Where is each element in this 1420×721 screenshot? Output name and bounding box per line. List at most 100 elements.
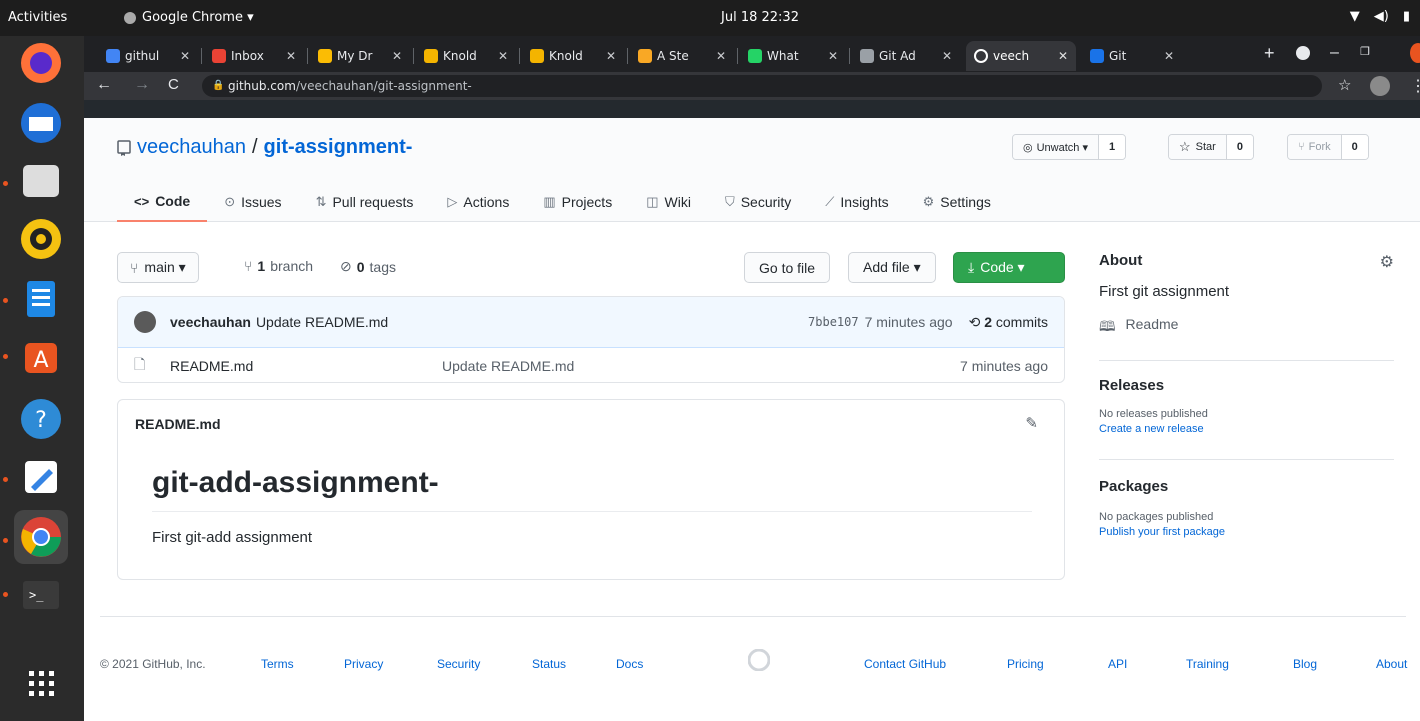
publish-package-link[interactable]: Publish your first package	[1099, 526, 1394, 538]
browser-tab[interactable]: My Dr ✕	[310, 41, 410, 71]
edit-pencil-icon[interactable]: ✎	[1025, 414, 1038, 432]
code-download-button[interactable]: ⤓ Code ▾	[953, 252, 1065, 283]
tab-close-icon[interactable]: ✕	[606, 49, 616, 63]
firefox-icon[interactable]	[14, 36, 68, 90]
go-to-file-button[interactable]: Go to file	[744, 252, 831, 283]
software-center-icon[interactable]: A	[14, 330, 68, 384]
text-editor-icon[interactable]	[14, 450, 68, 504]
tab-close-icon[interactable]: ✕	[1164, 49, 1174, 63]
footer-link-status[interactable]: Status	[532, 657, 566, 671]
tab-close-icon[interactable]: ✕	[392, 49, 402, 63]
commit-message-link[interactable]: Update README.md	[256, 314, 388, 330]
star-count[interactable]: 0	[1225, 135, 1253, 159]
chrome-menu-icon[interactable]: ⋮	[1410, 76, 1420, 96]
footer-link-privacy[interactable]: Privacy	[344, 657, 383, 671]
bookmark-star-icon[interactable]: ☆	[1338, 76, 1351, 94]
star-button[interactable]: ☆ Star	[1169, 135, 1226, 159]
thunderbird-icon[interactable]	[14, 96, 68, 150]
file-commit-message-link[interactable]: Update README.md	[442, 358, 574, 374]
help-icon[interactable]: ?	[14, 392, 68, 446]
fork-button[interactable]: ⑂ Fork	[1288, 135, 1341, 159]
terminal-icon[interactable]: >_	[14, 568, 68, 622]
tab-close-icon[interactable]: ✕	[180, 49, 190, 63]
tab-wiki[interactable]: ◫ Wiki	[629, 182, 708, 222]
star-button-group[interactable]: ☆ Star 0	[1168, 134, 1254, 160]
tab-close-icon[interactable]: ✕	[1058, 49, 1068, 63]
footer-link-blog[interactable]: Blog	[1293, 657, 1317, 671]
commit-author-link[interactable]: veechauhan	[170, 314, 251, 330]
browser-tab[interactable]: A Ste ✕	[630, 41, 734, 71]
maximize-icon[interactable]: ❐	[1360, 45, 1370, 58]
tab-code[interactable]: <> Code	[117, 182, 208, 222]
repo-owner-link[interactable]: veechauhan	[137, 136, 246, 159]
file-name-link[interactable]: README.md	[170, 358, 442, 374]
activities-button[interactable]: Activities	[8, 10, 67, 25]
url-field[interactable]: 🔒 github.com/veechauhan/git-assignment-	[202, 75, 1322, 97]
browser-tab[interactable]: veech ✕	[966, 41, 1076, 71]
forward-icon[interactable]: →	[134, 76, 150, 94]
tab-close-icon[interactable]: ✕	[716, 49, 726, 63]
tab-security[interactable]: ⛉ Security	[708, 182, 808, 222]
footer-link-terms[interactable]: Terms	[261, 657, 294, 671]
branch-select-button[interactable]: ⑂ main ▾	[117, 252, 199, 283]
avatar[interactable]	[134, 311, 156, 333]
tab-favicon-icon	[1090, 49, 1104, 63]
gear-icon[interactable]: ⚙	[1380, 252, 1394, 272]
show-apps-icon[interactable]	[14, 656, 68, 710]
github-logo-icon[interactable]	[748, 649, 770, 671]
tab-issues[interactable]: ⊙ Issues	[207, 182, 298, 222]
app-menu[interactable]: Google Chrome ▾	[124, 10, 254, 25]
commit-sha-link[interactable]: 7bbe107	[808, 315, 859, 329]
profile-menu-icon[interactable]	[1296, 46, 1310, 60]
tab-insights[interactable]: ⟋ Insights	[808, 182, 905, 222]
browser-tab[interactable]: What ✕	[740, 41, 846, 71]
browser-tab[interactable]: Knold ✕	[522, 41, 624, 71]
tab-projects[interactable]: ▥ Projects	[526, 182, 629, 222]
footer-link-training[interactable]: Training	[1186, 657, 1229, 671]
branches-link[interactable]: ⑂ 1 branch	[244, 258, 313, 274]
browser-tab[interactable]: Git Ad ✕	[852, 41, 960, 71]
minimize-icon[interactable]: –	[1330, 44, 1339, 62]
chrome-icon[interactable]	[14, 510, 68, 564]
watch-button[interactable]: ◎ Unwatch ▾	[1013, 135, 1098, 159]
watch-count[interactable]: 1	[1097, 135, 1126, 159]
footer-link-api[interactable]: API	[1108, 657, 1127, 671]
footer-link-contact[interactable]: Contact GitHub	[864, 657, 946, 671]
packages-title[interactable]: Packages	[1099, 478, 1394, 495]
footer-link-security[interactable]: Security	[437, 657, 480, 671]
fork-button-group[interactable]: ⑂ Fork 0	[1287, 134, 1369, 160]
writer-icon[interactable]	[14, 272, 68, 326]
releases-title[interactable]: Releases	[1099, 377, 1394, 394]
tab-close-icon[interactable]: ✕	[942, 49, 952, 63]
footer-link-pricing[interactable]: Pricing	[1007, 657, 1044, 671]
tab-settings[interactable]: ⚙ Settings	[906, 182, 1008, 222]
add-file-button[interactable]: Add file ▾	[848, 252, 936, 283]
repo-name-link[interactable]: git-assignment-	[264, 136, 413, 159]
close-window-icon[interactable]	[1410, 43, 1420, 63]
tags-link[interactable]: ⊘ 0 tags	[340, 258, 396, 275]
browser-tab[interactable]: githul ✕	[98, 41, 198, 71]
new-tab-button[interactable]: +	[1264, 43, 1275, 64]
browser-tab[interactable]: Inbox ✕	[204, 41, 304, 71]
footer-link-about[interactable]: About	[1376, 657, 1407, 671]
footer-link-docs[interactable]: Docs	[616, 657, 643, 671]
tab-close-icon[interactable]: ✕	[498, 49, 508, 63]
fork-count[interactable]: 0	[1340, 135, 1368, 159]
browser-tab[interactable]: Knold ✕	[416, 41, 516, 71]
tab-actions[interactable]: ▷ Actions	[430, 182, 526, 222]
user-avatar[interactable]	[1370, 76, 1390, 96]
browser-tab[interactable]: Git ✕	[1082, 41, 1182, 71]
system-tray[interactable]: ▼ ◀) ▮	[1350, 9, 1410, 24]
files-icon[interactable]	[14, 154, 68, 208]
tab-pull-requests[interactable]: ⇅ Pull requests	[299, 182, 431, 222]
commits-link[interactable]: ⟲ 2 commits	[969, 314, 1048, 331]
watch-button-group[interactable]: ◎ Unwatch ▾ 1	[1012, 134, 1127, 160]
clock[interactable]: Jul 18 22:32	[650, 10, 870, 25]
rhythmbox-icon[interactable]	[14, 212, 68, 266]
reload-icon[interactable]: C	[168, 76, 179, 93]
tab-close-icon[interactable]: ✕	[286, 49, 296, 63]
tab-close-icon[interactable]: ✕	[828, 49, 838, 63]
back-icon[interactable]: ←	[96, 76, 112, 94]
readme-link[interactable]: 🕮 Readme	[1099, 316, 1394, 340]
create-release-link[interactable]: Create a new release	[1099, 423, 1394, 435]
